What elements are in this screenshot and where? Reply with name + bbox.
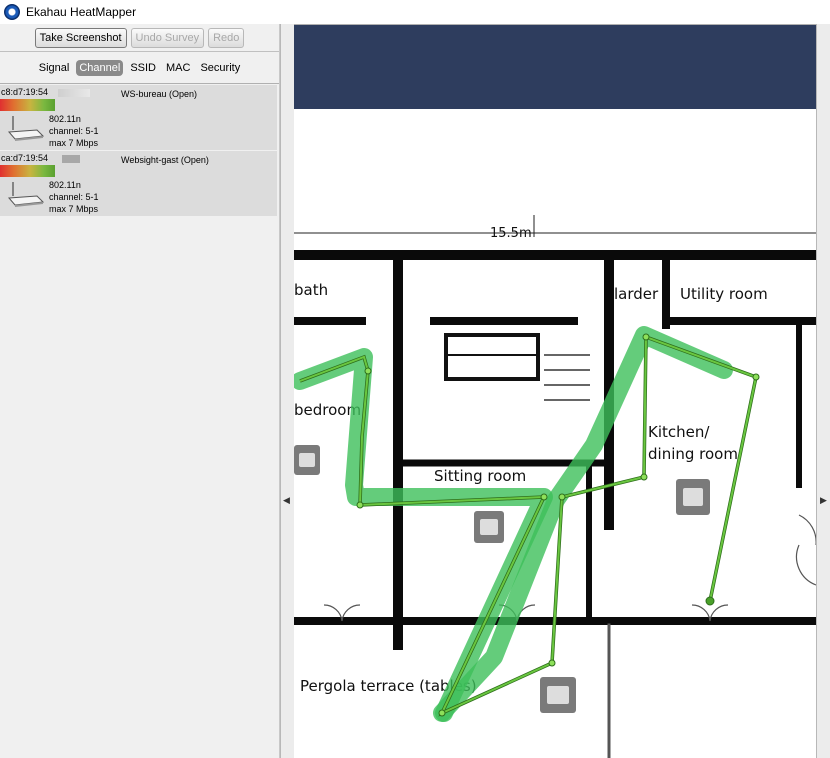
title-bar: Ekahau HeatMapper — [0, 0, 830, 24]
standard-label: 802.11n — [49, 180, 81, 190]
network-item[interactable]: ca:d7:19:54 Websight-gast (Open) 802.11n… — [0, 151, 277, 217]
ssid-label: Websight-gast (Open) — [121, 155, 209, 165]
access-point-marker[interactable] — [294, 445, 320, 475]
network-details: 802.11n channel: 5-1 max 7 Mbps — [49, 179, 99, 215]
redacted-mac — [58, 89, 90, 97]
fireplace — [444, 333, 540, 381]
floor-plan-svg[interactable]: 15.5m bath bedroom larder Utility room K… — [294, 25, 816, 758]
room-label-bath: bath — [294, 281, 328, 299]
app-logo-icon — [4, 4, 20, 20]
access-point-marker[interactable] — [474, 511, 504, 543]
network-details: 802.11n channel: 5-1 max 7 Mbps — [49, 113, 99, 149]
signal-strength-bar — [0, 99, 55, 111]
room-label-utility: Utility room — [680, 285, 768, 303]
access-point-marker[interactable] — [676, 479, 710, 515]
staircase — [544, 354, 590, 401]
floor-plan-map[interactable]: 15.5m bath bedroom larder Utility room K… — [294, 24, 816, 758]
map-header-band — [294, 25, 816, 109]
room-label-sitting: Sitting room — [434, 467, 526, 485]
tab-mac[interactable]: MAC — [163, 60, 193, 76]
window-title: Ekahau HeatMapper — [26, 5, 137, 19]
rate-label: max 7 Mbps — [49, 204, 99, 214]
collapse-right-arrow-icon[interactable]: ▶ — [820, 496, 827, 506]
take-screenshot-button[interactable]: Take Screenshot — [34, 27, 127, 48]
coverage-trail — [294, 326, 733, 722]
network-list: c8:d7:19:54 WS-bureau (Open) 802.11n cha… — [0, 85, 277, 217]
access-point-marker[interactable] — [540, 677, 576, 713]
room-label-dining: dining room — [648, 445, 738, 463]
survey-points — [356, 333, 760, 717]
toolbar: Take Screenshot Undo Survey Redo — [0, 24, 279, 52]
tab-ssid[interactable]: SSID — [127, 60, 159, 76]
room-label-larder: larder — [614, 285, 659, 303]
channel-label: channel: 5-1 — [49, 126, 99, 136]
dimension-label: 15.5m — [490, 226, 532, 241]
tab-channel[interactable]: Channel — [76, 59, 124, 76]
room-label-kitchen: Kitchen/ — [648, 423, 710, 441]
left-panel: Take Screenshot Undo Survey Redo Signal … — [0, 24, 280, 758]
ssid-label: WS-bureau (Open) — [121, 89, 198, 99]
collapse-left-arrow-icon[interactable]: ◀ — [283, 496, 290, 506]
access-point-icon — [7, 182, 45, 207]
channel-label: channel: 5-1 — [49, 192, 99, 202]
mac-address: ca:d7:19:54 — [1, 153, 49, 163]
redo-button[interactable]: Redo — [208, 27, 245, 48]
tab-security[interactable]: Security — [197, 60, 243, 76]
tab-signal[interactable]: Signal — [36, 60, 73, 76]
rate-label: max 7 Mbps — [49, 138, 99, 148]
network-item[interactable]: c8:d7:19:54 WS-bureau (Open) 802.11n cha… — [0, 85, 277, 151]
view-tabs: Signal Channel SSID MAC Security — [0, 52, 279, 84]
right-collapse-strip[interactable]: ▶ — [816, 24, 830, 758]
redacted-mac — [62, 155, 80, 163]
dimension-marker: 15.5m — [294, 215, 816, 241]
undo-survey-button[interactable]: Undo Survey — [130, 27, 205, 48]
access-point-icon — [7, 116, 45, 141]
mac-address: c8:d7:19:54 — [1, 87, 49, 97]
left-collapse-strip[interactable]: ◀ — [280, 24, 294, 758]
standard-label: 802.11n — [49, 114, 81, 124]
signal-strength-bar — [0, 165, 55, 177]
